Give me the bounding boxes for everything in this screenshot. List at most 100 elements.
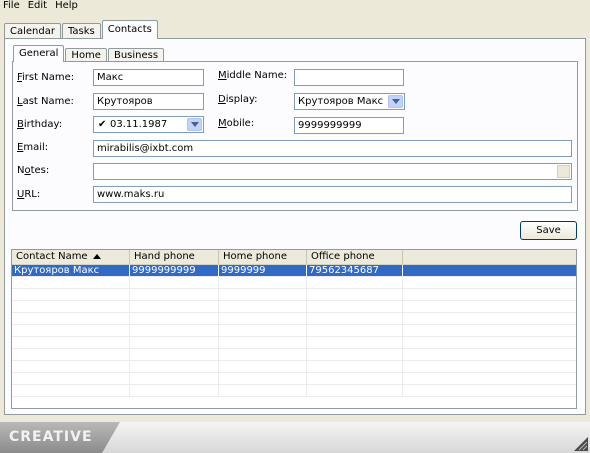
empty-cell <box>307 349 403 360</box>
empty-cell <box>12 301 130 312</box>
empty-table-row <box>12 325 576 337</box>
chevron-down-icon[interactable] <box>388 95 403 108</box>
empty-cell <box>307 361 403 372</box>
birthday-value: 03.11.1987 <box>110 119 168 130</box>
empty-cell <box>12 289 130 300</box>
empty-table-row <box>12 289 576 301</box>
empty-cell <box>219 385 307 396</box>
empty-table-row <box>12 373 576 385</box>
tab-contacts[interactable]: Contacts <box>101 20 158 39</box>
notes-field[interactable] <box>93 163 572 180</box>
column-header-hand-phone[interactable]: Hand phone <box>130 250 219 264</box>
notes-label: Notes: <box>17 165 50 176</box>
birthday-checkbox[interactable]: ✔ <box>98 119 106 130</box>
empty-table-row <box>12 349 576 361</box>
mobile-label: Mobile: <box>218 118 255 129</box>
birthday-date-picker[interactable]: ✔ 03.11.1987 <box>93 116 204 133</box>
empty-cell <box>403 325 576 336</box>
empty-cell <box>219 361 307 372</box>
column-header-empty <box>403 250 576 264</box>
save-button[interactable]: Save <box>520 221 577 240</box>
empty-cell <box>12 385 130 396</box>
table-row[interactable]: Крутояров Макс 9999999999 9999999 795623… <box>12 265 576 277</box>
cell-contact-name: Крутояров Макс <box>12 265 130 276</box>
empty-cell <box>130 337 219 348</box>
menu-bar: File Edit Help <box>0 0 590 14</box>
outer-tab-strip: Calendar Tasks Contacts <box>4 20 159 39</box>
display-label: Display: <box>218 94 258 105</box>
empty-table-row <box>12 337 576 349</box>
empty-cell <box>219 337 307 348</box>
empty-cell <box>219 313 307 324</box>
empty-cell <box>130 361 219 372</box>
column-header-office-phone[interactable]: Office phone <box>307 250 403 264</box>
url-label: URL: <box>17 189 41 200</box>
birthday-label: Birthday: <box>17 119 63 130</box>
url-field[interactable]: www.maks.ru <box>93 186 572 203</box>
middle-name-label: Middle Name: <box>218 70 288 81</box>
footer-bar: CREATIVE <box>0 422 590 453</box>
empty-cell <box>12 373 130 384</box>
column-header-home-phone[interactable]: Home phone <box>219 250 307 264</box>
empty-cell <box>307 385 403 396</box>
empty-table-row <box>12 361 576 373</box>
empty-cell <box>219 325 307 336</box>
empty-cell <box>307 337 403 348</box>
sort-ascending-icon <box>93 254 101 259</box>
empty-rows <box>12 277 576 397</box>
empty-cell <box>307 373 403 384</box>
notes-scroll-icon[interactable] <box>557 165 570 178</box>
empty-cell <box>130 385 219 396</box>
email-label: Email: <box>17 142 49 153</box>
empty-cell <box>130 313 219 324</box>
tab-general[interactable]: General <box>13 45 65 62</box>
empty-table-row <box>12 313 576 325</box>
chevron-down-icon[interactable] <box>187 118 202 131</box>
empty-cell <box>130 349 219 360</box>
last-name-field[interactable]: Крутояров <box>93 93 204 110</box>
empty-cell <box>403 385 576 396</box>
empty-cell <box>219 289 307 300</box>
empty-cell <box>307 301 403 312</box>
empty-cell <box>307 289 403 300</box>
tab-business[interactable]: Business <box>107 48 165 62</box>
empty-cell <box>12 277 130 288</box>
general-form: First Name: Макс Middle Name: Last Name:… <box>12 61 578 211</box>
display-select[interactable]: Крутояров Макс <box>294 93 405 110</box>
first-name-field[interactable]: Макс <box>93 69 204 86</box>
empty-table-row <box>12 301 576 313</box>
empty-table-row <box>12 277 576 289</box>
email-field[interactable]: mirabilis@ixbt.com <box>93 140 572 157</box>
tab-calendar[interactable]: Calendar <box>4 23 61 39</box>
empty-cell <box>403 349 576 360</box>
empty-cell <box>403 373 576 384</box>
last-name-label: Last Name: <box>17 96 74 107</box>
empty-cell <box>219 277 307 288</box>
empty-cell <box>307 277 403 288</box>
empty-cell <box>219 301 307 312</box>
empty-cell <box>130 301 219 312</box>
cell-hand-phone: 9999999999 <box>130 265 219 276</box>
contacts-table: Contact Name Hand phone Home phone Offic… <box>11 249 577 409</box>
empty-cell <box>130 325 219 336</box>
middle-name-field[interactable] <box>294 69 404 86</box>
menu-edit[interactable]: Edit <box>25 0 52 14</box>
column-header-contact-name[interactable]: Contact Name <box>12 250 130 264</box>
empty-cell <box>403 289 576 300</box>
empty-cell <box>219 349 307 360</box>
mobile-field[interactable]: 9999999999 <box>294 117 404 134</box>
cell-home-phone: 9999999 <box>219 265 307 276</box>
empty-cell <box>403 277 576 288</box>
empty-cell <box>12 337 130 348</box>
creative-logo: CREATIVE <box>9 429 93 445</box>
resize-grip-icon[interactable] <box>574 437 588 451</box>
menu-file[interactable]: File <box>0 0 25 14</box>
menu-help[interactable]: Help <box>52 0 83 14</box>
tab-home[interactable]: Home <box>65 48 107 62</box>
empty-cell <box>12 361 130 372</box>
empty-cell <box>130 289 219 300</box>
empty-cell <box>403 361 576 372</box>
empty-cell <box>12 349 130 360</box>
tab-tasks[interactable]: Tasks <box>61 23 101 39</box>
empty-table-row <box>12 385 576 397</box>
